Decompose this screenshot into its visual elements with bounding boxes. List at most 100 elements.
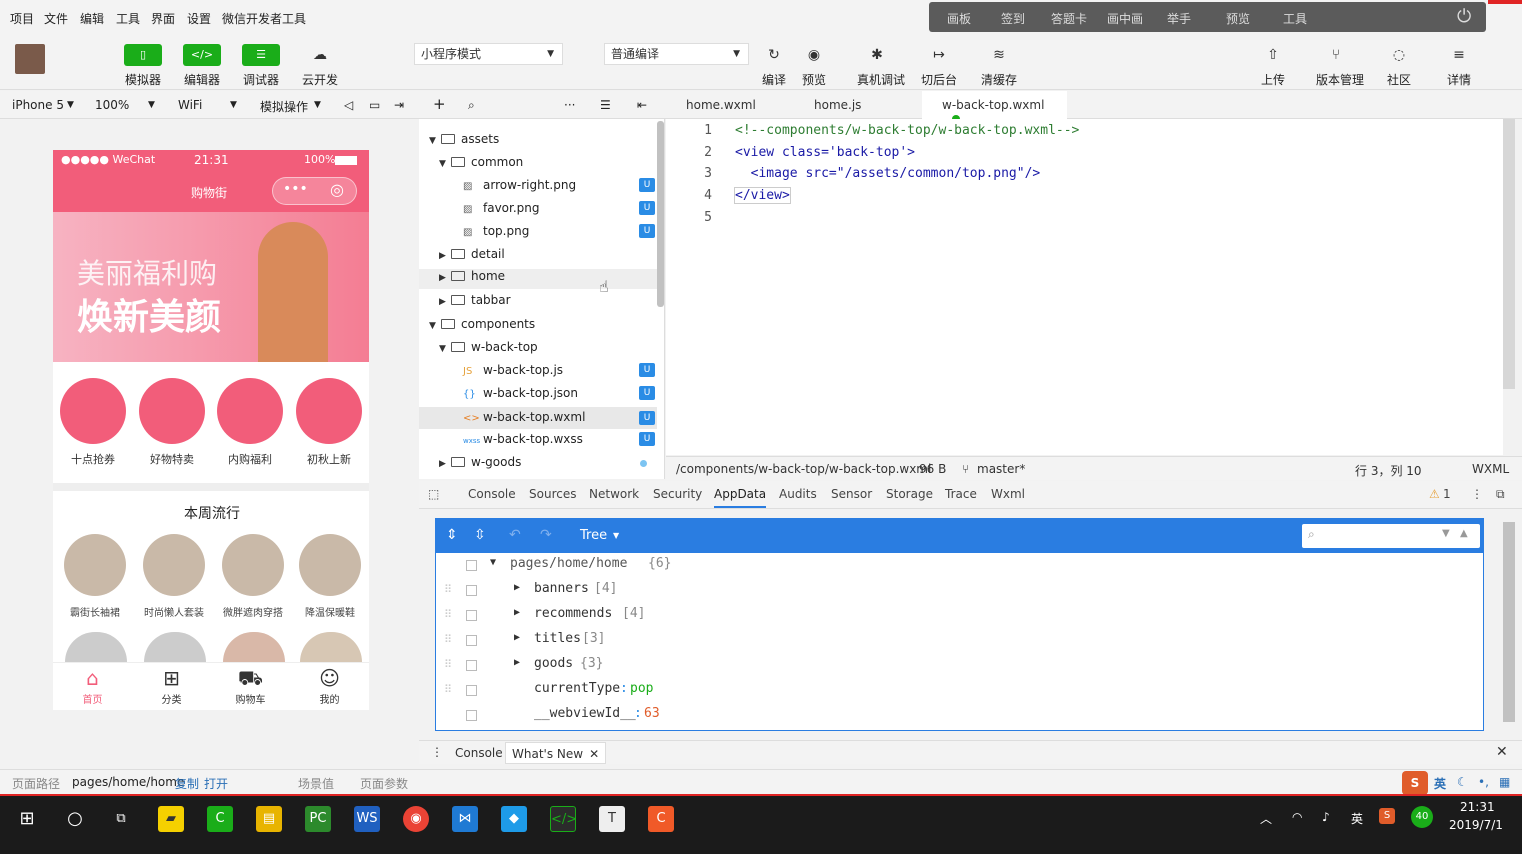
tab-home-js[interactable]: home.js xyxy=(794,91,881,119)
punctuation-icon[interactable]: •, xyxy=(1478,775,1489,789)
tab-trace[interactable]: Trace xyxy=(945,487,977,501)
clock-date[interactable]: 2019/7/1 xyxy=(1449,818,1503,832)
tree-folder-assets[interactable]: ▼ assets xyxy=(429,132,499,152)
sogou-tray-icon[interactable]: S xyxy=(1379,808,1395,824)
view-mode-select[interactable]: Tree xyxy=(580,528,607,543)
tab-home-wxml[interactable]: home.wxml xyxy=(666,91,776,119)
windows-start-icon[interactable]: ⊞ xyxy=(14,806,40,832)
ime-mode[interactable]: 英 xyxy=(1434,775,1446,792)
remote-debug-button[interactable]: ✱ 真机调试 xyxy=(857,44,905,88)
arrow-down-icon[interactable]: ▼ xyxy=(1442,528,1450,539)
redo-icon[interactable]: ↷ xyxy=(540,527,552,543)
tree-folder-home[interactable]: ▶ home xyxy=(419,269,657,289)
zoom-select[interactable]: 100% xyxy=(95,98,129,112)
sogou-ime-icon[interactable]: S xyxy=(1402,771,1428,795)
volume-icon[interactable]: ◁ xyxy=(344,98,353,112)
more-icon[interactable]: ⋮ xyxy=(1471,487,1483,501)
simulator-button[interactable]: ▯ 模拟器 xyxy=(123,44,163,88)
drag-handle-icon[interactable]: ⠿ xyxy=(444,633,452,646)
tab-security[interactable]: Security xyxy=(653,487,702,501)
tree-row[interactable]: ⠿ currentType: pop xyxy=(436,681,1483,703)
tree-row[interactable]: ⠿ ▶ titles [3] xyxy=(436,631,1483,653)
task-view-icon[interactable]: ⧉ xyxy=(108,806,134,832)
scene-value[interactable]: 场景值 xyxy=(298,775,334,792)
row-checkbox[interactable] xyxy=(466,660,477,671)
tab-sensor[interactable]: Sensor xyxy=(831,487,872,501)
ime-indicator[interactable]: 英 xyxy=(1351,810,1363,827)
classroom-icon[interactable]: C xyxy=(648,806,674,832)
tree-folder-components[interactable]: ▼ components xyxy=(429,317,535,337)
close-drawer-icon[interactable]: ✕ xyxy=(1496,744,1508,760)
typora-icon[interactable]: T xyxy=(599,806,625,832)
row-checkbox[interactable] xyxy=(466,610,477,621)
capsule-menu[interactable]: ••• ◎ xyxy=(272,177,357,205)
tree-row-root[interactable]: ▼ pages/home/home {6} xyxy=(436,556,1483,578)
volume-icon[interactable]: ♪ xyxy=(1322,810,1330,824)
whiteboard-button[interactable]: 画板 xyxy=(947,10,971,27)
recommend-item[interactable]: 十点抢券 xyxy=(57,378,129,467)
collapse-icon[interactable]: ☰ xyxy=(600,98,611,112)
arrow-up-icon[interactable]: ▲ xyxy=(1460,528,1468,539)
tree-row[interactable]: ⠿ ▶ goods {3} xyxy=(436,656,1483,678)
power-icon[interactable]: ⏻ xyxy=(1457,6,1471,27)
editor-button[interactable]: </> 编辑器 xyxy=(182,44,222,88)
menu-wechat-devtools[interactable]: 微信开发者工具 xyxy=(222,10,306,27)
more-icon[interactable]: ••• xyxy=(283,181,308,197)
cloud-button[interactable]: ☁ 云开发 xyxy=(300,44,340,88)
add-icon[interactable]: + xyxy=(433,95,446,113)
recommend-item[interactable]: 好物特卖 xyxy=(136,378,208,467)
tab-audits[interactable]: Audits xyxy=(779,487,817,501)
details-button[interactable]: ≡ 详情 xyxy=(1439,44,1479,88)
close-miniprogram-icon[interactable]: ◎ xyxy=(330,180,344,199)
menu-view[interactable]: 界面 xyxy=(151,10,175,27)
compile-button[interactable]: ↻ 编译 xyxy=(754,44,794,88)
language-mode[interactable]: WXML xyxy=(1472,462,1509,476)
drag-handle-icon[interactable]: ⠿ xyxy=(444,658,452,671)
tree-file[interactable]: wxss w-back-top.wxss U xyxy=(463,432,665,452)
webstorm-icon[interactable]: WS xyxy=(354,806,380,832)
popular-item[interactable]: 微胖遮肉穿搭 xyxy=(220,534,286,619)
more-icon[interactable]: ⋮ xyxy=(431,745,443,759)
drawer-tab-whats-new[interactable]: What's New ✕ xyxy=(505,742,607,764)
banner-image[interactable]: 美丽福利购 焕新美颜 xyxy=(53,212,369,362)
tab-console[interactable]: Console xyxy=(468,487,516,501)
more-icon[interactable]: ··· xyxy=(564,98,575,112)
detach-icon[interactable]: ⇥ xyxy=(394,98,404,112)
camtasia-icon[interactable]: C xyxy=(207,806,233,832)
code-editor[interactable]: 1 2 3 4 5 <!--components/w-back-top/w-ba… xyxy=(666,119,1515,455)
tab-wxml[interactable]: Wxml xyxy=(991,487,1025,501)
rotate-icon[interactable]: ▭ xyxy=(369,98,380,112)
avatar[interactable] xyxy=(15,44,45,74)
wechat-devtools-icon[interactable]: </> xyxy=(550,806,577,832)
appdata-scrollbar[interactable] xyxy=(1503,522,1515,722)
background-button[interactable]: ↦ 切后台 xyxy=(919,44,959,88)
upload-button[interactable]: ⇧ 上传 xyxy=(1253,44,1293,88)
tree-file[interactable]: JS w-back-top.js U xyxy=(463,363,665,383)
grid-icon[interactable]: ▦ xyxy=(1499,775,1510,789)
menu-settings[interactable]: 设置 xyxy=(187,10,211,27)
mode-select[interactable]: 小程序模式 ▼ xyxy=(414,43,563,65)
tab-appdata[interactable]: AppData xyxy=(714,487,767,508)
debugger-button[interactable]: ☰ 调试器 xyxy=(241,44,281,88)
compile-mode-select[interactable]: 普通编译 ▼ xyxy=(604,43,749,65)
tree-folder-w-back-top[interactable]: ▼ w-back-top xyxy=(439,340,538,360)
tree-file[interactable]: ▨ top.png U xyxy=(463,224,665,244)
pycharm-icon[interactable]: PC xyxy=(305,806,331,832)
tab-category[interactable]: ⊞ 分类 xyxy=(132,665,211,706)
row-checkbox[interactable] xyxy=(466,635,477,646)
tree-folder-w-goods[interactable]: ▶ w-goods xyxy=(439,455,665,475)
sim-ops-select[interactable]: 模拟操作 xyxy=(260,98,308,115)
recommend-item[interactable]: 内购福利 xyxy=(214,378,286,467)
drawer-tab-console[interactable]: Console xyxy=(455,746,503,760)
undock-icon[interactable]: ⧉ xyxy=(1496,487,1505,502)
chevron-up-icon[interactable]: ︿ xyxy=(1260,810,1272,827)
tree-file-selected[interactable]: <> w-back-top.wxml U xyxy=(419,407,657,429)
tab-home[interactable]: ⌂ 首页 xyxy=(53,665,132,706)
menu-tools[interactable]: 工具 xyxy=(116,10,140,27)
community-button[interactable]: ◌ 社区 xyxy=(1379,44,1419,88)
clock-time[interactable]: 21:31 xyxy=(1460,800,1495,814)
popular-item[interactable]: 降温保暖鞋 xyxy=(297,534,363,619)
preview-button[interactable]: 预览 xyxy=(1226,10,1250,27)
tree-folder-detail[interactable]: ▶ detail xyxy=(439,247,505,267)
tab-network[interactable]: Network xyxy=(589,487,639,501)
